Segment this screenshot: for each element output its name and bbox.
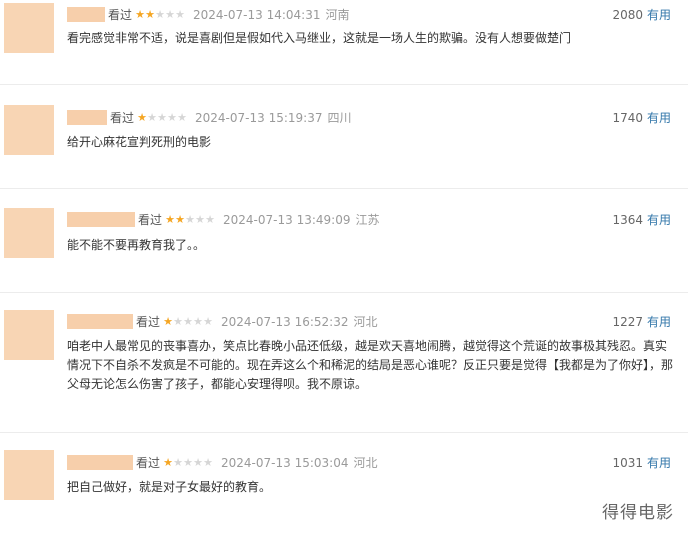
review-time: 2024-07-13 14:04:31: [193, 8, 321, 22]
avatar[interactable]: [4, 450, 54, 500]
username-redacted[interactable]: [67, 7, 105, 22]
useful-label[interactable]: 有用: [647, 111, 671, 125]
watch-status: 看过: [108, 8, 133, 22]
review-content: 能不能不要再教育我了。。: [67, 238, 206, 252]
star-empty-icon: ★: [165, 8, 175, 21]
review-meta: 看过 ★ ★ ★ ★ ★ 2024-07-13 15:19:37 四川: [110, 110, 351, 126]
vote-count: 1031: [612, 456, 643, 470]
star-filled-icon: ★: [175, 213, 185, 226]
star-filled-icon: ★: [163, 315, 173, 328]
avatar[interactable]: [4, 208, 54, 258]
review-time: 2024-07-13 16:52:32: [221, 315, 349, 329]
watch-status: 看过: [138, 213, 163, 227]
review-time: 2024-07-13 15:03:04: [221, 456, 349, 470]
star-filled-icon: ★: [163, 456, 173, 469]
star-empty-icon: ★: [203, 315, 213, 328]
useful-vote-button[interactable]: 2080 有用: [612, 7, 671, 23]
star-filled-icon: ★: [135, 8, 145, 21]
username-redacted[interactable]: [67, 314, 133, 329]
useful-label[interactable]: 有用: [647, 213, 671, 227]
star-empty-icon: ★: [147, 111, 157, 124]
review-item: 看过 ★ ★ ★ ★ ★ 2024-07-13 14:04:31 河南 2080 有用 看…: [0, 0, 688, 100]
watermark-text: 得得电影: [602, 503, 674, 523]
review-item: 看过 ★ ★ ★ ★ ★ 2024-07-13 16:52:32 河北 1227 有用 咱…: [0, 300, 688, 440]
divider: [0, 432, 688, 433]
star-empty-icon: ★: [193, 315, 203, 328]
star-rating: ★ ★ ★ ★ ★: [165, 212, 215, 228]
username-redacted[interactable]: [67, 455, 133, 470]
divider: [0, 84, 688, 85]
star-filled-icon: ★: [145, 8, 155, 21]
useful-vote-button[interactable]: 1031 有用: [612, 455, 671, 471]
review-meta: 看过 ★ ★ ★ ★ ★ 2024-07-13 13:49:09 江苏: [138, 212, 379, 228]
review-time: 2024-07-13 13:49:09: [223, 213, 351, 227]
useful-vote-button[interactable]: 1740 有用: [612, 110, 671, 126]
star-empty-icon: ★: [193, 456, 203, 469]
useful-label[interactable]: 有用: [647, 315, 671, 329]
review-item: 看过 ★ ★ ★ ★ ★ 2024-07-13 15:03:04 河北 1031 有用 把…: [0, 440, 688, 536]
useful-label[interactable]: 有用: [647, 456, 671, 470]
star-rating: ★ ★ ★ ★ ★: [163, 455, 213, 471]
watch-status: 看过: [110, 111, 135, 125]
vote-count: 2080: [612, 8, 643, 22]
useful-vote-button[interactable]: 1227 有用: [612, 314, 671, 330]
star-empty-icon: ★: [177, 111, 187, 124]
star-empty-icon: ★: [183, 315, 193, 328]
star-empty-icon: ★: [195, 213, 205, 226]
review-meta: 看过 ★ ★ ★ ★ ★ 2024-07-13 16:52:32 河北: [136, 314, 377, 330]
review-location: 四川: [327, 111, 352, 125]
star-filled-icon: ★: [137, 111, 147, 124]
star-empty-icon: ★: [173, 315, 183, 328]
review-content: 把自己做好，就是对子女最好的教育。: [67, 480, 272, 494]
star-empty-icon: ★: [203, 456, 213, 469]
review-item: 看过 ★ ★ ★ ★ ★ 2024-07-13 13:49:09 江苏 1364 有用 能…: [0, 200, 688, 300]
star-empty-icon: ★: [167, 111, 177, 124]
watch-status: 看过: [136, 315, 161, 329]
avatar[interactable]: [4, 105, 54, 155]
star-rating: ★ ★ ★ ★ ★: [163, 314, 213, 330]
star-filled-icon: ★: [165, 213, 175, 226]
star-empty-icon: ★: [175, 8, 185, 21]
divider: [0, 188, 688, 189]
review-location: 河北: [353, 456, 378, 470]
review-location: 江苏: [355, 213, 380, 227]
vote-count: 1740: [612, 111, 643, 125]
vote-count: 1364: [612, 213, 643, 227]
star-empty-icon: ★: [185, 213, 195, 226]
review-content: 看完感觉非常不适，说是喜剧但是假如代入马继业，这就是一场人生的欺骗。没有人想要做…: [67, 31, 572, 45]
username-redacted[interactable]: [67, 110, 107, 125]
review-meta: 看过 ★ ★ ★ ★ ★ 2024-07-13 15:03:04 河北: [136, 455, 377, 471]
avatar[interactable]: [4, 3, 54, 53]
useful-label[interactable]: 有用: [647, 8, 671, 22]
star-empty-icon: ★: [183, 456, 193, 469]
username-redacted[interactable]: [67, 212, 135, 227]
divider: [0, 292, 688, 293]
star-rating: ★ ★ ★ ★ ★: [135, 7, 185, 23]
review-content: 给开心麻花宣判死刑的电影: [67, 135, 212, 149]
star-empty-icon: ★: [155, 8, 165, 21]
star-rating: ★ ★ ★ ★ ★: [137, 110, 187, 126]
star-empty-icon: ★: [173, 456, 183, 469]
review-content: 咱老中人最常见的丧事喜办，笑点比春晚小品还低级，越是欢天喜地闹腾，越觉得这个荒诞…: [67, 339, 674, 391]
review-time: 2024-07-13 15:19:37: [195, 111, 323, 125]
vote-count: 1227: [612, 315, 643, 329]
review-location: 河北: [353, 315, 378, 329]
star-empty-icon: ★: [205, 213, 215, 226]
review-item: 看过 ★ ★ ★ ★ ★ 2024-07-13 15:19:37 四川 1740 有用 给…: [0, 100, 688, 200]
star-empty-icon: ★: [157, 111, 167, 124]
review-meta: 看过 ★ ★ ★ ★ ★ 2024-07-13 14:04:31 河南: [108, 7, 349, 23]
useful-vote-button[interactable]: 1364 有用: [612, 212, 671, 228]
review-location: 河南: [325, 8, 350, 22]
avatar[interactable]: [4, 310, 54, 360]
watch-status: 看过: [136, 456, 161, 470]
